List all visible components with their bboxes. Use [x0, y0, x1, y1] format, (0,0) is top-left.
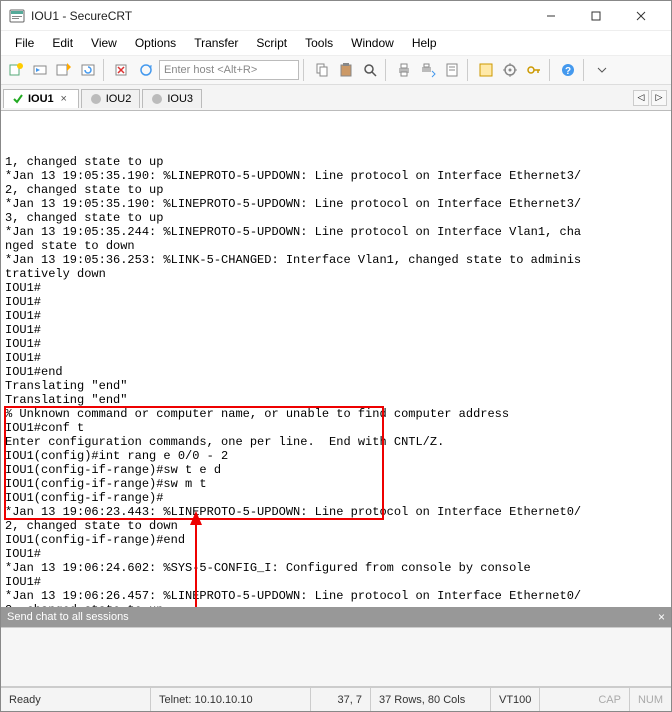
terminal-line: *Jan 13 19:06:24.602: %SYS-5-CONFIG_I: C… — [5, 561, 667, 575]
app-icon — [9, 8, 25, 24]
tab-label: IOU2 — [106, 93, 132, 105]
menu-edit[interactable]: Edit — [44, 34, 81, 52]
terminal-line: IOU1# — [5, 323, 667, 337]
connect-icon[interactable] — [29, 59, 51, 81]
terminal-output[interactable]: 1, changed state to up*Jan 13 19:05:35.1… — [1, 111, 671, 607]
status-connection: Telnet: 10.10.10.10 — [151, 688, 311, 711]
global-options-icon[interactable] — [499, 59, 521, 81]
host-placeholder: Enter host <Alt+R> — [164, 64, 257, 76]
host-input[interactable]: Enter host <Alt+R> — [159, 60, 299, 80]
close-button[interactable] — [618, 2, 663, 30]
print-icon[interactable] — [393, 59, 415, 81]
terminal-line: IOU1# — [5, 575, 667, 589]
help-icon[interactable]: ? — [557, 59, 579, 81]
menu-tools[interactable]: Tools — [297, 34, 341, 52]
terminal-line: 2, changed state to up — [5, 603, 667, 607]
tab-status-icon — [151, 93, 163, 105]
terminal-line: Translating "end" — [5, 393, 667, 407]
terminal-line: tratively down — [5, 267, 667, 281]
maximize-button[interactable] — [573, 2, 618, 30]
tab-iou3[interactable]: IOU3 — [142, 89, 202, 108]
terminal-line: *Jan 13 19:05:35.190: %LINEPROTO-5-UPDOW… — [5, 197, 667, 211]
terminal-line: 3, changed state to up — [5, 211, 667, 225]
terminal-line: IOU1(config-if-range)#sw t e d — [5, 463, 667, 477]
status-cap: CAP — [590, 688, 630, 711]
terminal-line: *Jan 13 19:06:26.457: %LINEPROTO-5-UPDOW… — [5, 589, 667, 603]
menu-window[interactable]: Window — [343, 34, 402, 52]
reconnect-icon[interactable] — [77, 59, 99, 81]
terminal-line: 2, changed state to down — [5, 519, 667, 533]
new-session-icon[interactable] — [5, 59, 27, 81]
quick-connect-icon[interactable] — [53, 59, 75, 81]
terminal-line: *Jan 13 19:05:36.253: %LINK-5-CHANGED: I… — [5, 253, 667, 267]
terminal-line: *Jan 13 19:05:35.190: %LINEPROTO-5-UPDOW… — [5, 169, 667, 183]
copy-icon[interactable] — [311, 59, 333, 81]
disconnect-icon[interactable] — [111, 59, 133, 81]
print-screen-icon[interactable] — [417, 59, 439, 81]
tab-bar: IOU1 × IOU2 IOU3 ◁ ▷ — [1, 85, 671, 111]
find-icon[interactable] — [359, 59, 381, 81]
tab-label: IOU3 — [167, 93, 193, 105]
chat-close-icon[interactable]: × — [658, 610, 665, 624]
menu-transfer[interactable]: Transfer — [186, 34, 246, 52]
svg-text:?: ? — [565, 66, 571, 77]
terminal-line: Translating "end" — [5, 379, 667, 393]
log-icon[interactable] — [441, 59, 463, 81]
terminal-line: 1, changed state to up — [5, 155, 667, 169]
menu-script[interactable]: Script — [248, 34, 295, 52]
status-emulation: VT100 — [491, 688, 540, 711]
terminal-line: *Jan 13 19:05:35.244: %LINEPROTO-5-UPDOW… — [5, 225, 667, 239]
menu-view[interactable]: View — [83, 34, 125, 52]
tab-iou1[interactable]: IOU1 × — [3, 89, 79, 108]
terminal-line: IOU1# — [5, 281, 667, 295]
menu-file[interactable]: File — [7, 34, 42, 52]
tab-label: IOU1 — [28, 93, 54, 105]
title-bar: IOU1 - SecureCRT — [1, 1, 671, 31]
menu-help[interactable]: Help — [404, 34, 445, 52]
chat-panel-header: Send chat to all sessions × — [1, 607, 671, 627]
minimize-button[interactable] — [528, 2, 573, 30]
terminal-line: IOU1# — [5, 547, 667, 561]
reconnect-all-icon[interactable] — [135, 59, 157, 81]
tab-iou2[interactable]: IOU2 — [81, 89, 141, 108]
terminal-line: IOU1#conf t — [5, 421, 667, 435]
status-num: NUM — [630, 688, 671, 711]
terminal-line: IOU1(config-if-range)#end — [5, 533, 667, 547]
terminal-line: 2, changed state to up — [5, 183, 667, 197]
tab-close-icon[interactable]: × — [58, 93, 70, 105]
chat-title: Send chat to all sessions — [7, 611, 129, 623]
paste-icon[interactable] — [335, 59, 357, 81]
terminal-line: Enter configuration commands, one per li… — [5, 435, 667, 449]
chat-input-area[interactable] — [1, 627, 671, 687]
terminal-line: IOU1(config)#int rang e 0/0 - 2 — [5, 449, 667, 463]
menu-options[interactable]: Options — [127, 34, 184, 52]
tab-left-icon[interactable]: ◁ — [633, 90, 649, 106]
toolbar: Enter host <Alt+R> ? — [1, 55, 671, 85]
window-title: IOU1 - SecureCRT — [31, 9, 528, 23]
menu-bar: File Edit View Options Transfer Script T… — [1, 31, 671, 55]
terminal-line: % Unknown command or computer name, or u… — [5, 407, 667, 421]
terminal-line: *Jan 13 19:06:23.443: %LINEPROTO-5-UPDOW… — [5, 505, 667, 519]
terminal-line: IOU1# — [5, 337, 667, 351]
terminal-line: IOU1(config-if-range)# — [5, 491, 667, 505]
terminal-line: IOU1#end — [5, 365, 667, 379]
terminal-line: nged state to down — [5, 239, 667, 253]
key-icon[interactable] — [523, 59, 545, 81]
tab-status-icon — [90, 93, 102, 105]
terminal-line: IOU1# — [5, 351, 667, 365]
terminal-line: IOU1# — [5, 295, 667, 309]
status-cursor: 37, 7 — [311, 688, 371, 711]
session-options-icon[interactable] — [475, 59, 497, 81]
tab-right-icon[interactable]: ▷ — [651, 90, 667, 106]
terminal-line: IOU1(config-if-range)#sw m t — [5, 477, 667, 491]
status-bar: Ready Telnet: 10.10.10.10 37, 7 37 Rows,… — [1, 687, 671, 711]
status-ready: Ready — [1, 688, 151, 711]
tab-status-icon — [12, 93, 24, 105]
terminal-line: IOU1# — [5, 309, 667, 323]
status-size: 37 Rows, 80 Cols — [371, 688, 491, 711]
toolbar-options-icon[interactable] — [591, 59, 613, 81]
